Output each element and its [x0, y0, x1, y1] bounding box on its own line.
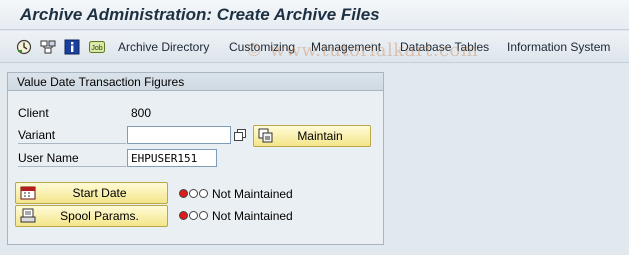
user-name-input[interactable]: EHPUSER151: [127, 149, 217, 167]
user-label-line: [18, 166, 126, 167]
value-date-group: Value Date Transaction Figures Client 80…: [7, 72, 384, 245]
start-date-status: Not Maintained: [212, 187, 293, 201]
spool-status-lights: [179, 211, 208, 220]
client-value: 800: [131, 106, 152, 120]
calendar-icon: [20, 185, 36, 201]
main-content: Value Date Transaction Figures Client 80…: [0, 64, 629, 255]
title-bar: Archive Administration: Create Archive F…: [0, 0, 629, 30]
menu-management[interactable]: Management: [311, 40, 381, 54]
copy-icon[interactable]: [233, 128, 247, 142]
maintain-button[interactable]: Maintain: [253, 125, 371, 147]
variant-label: Variant: [18, 128, 56, 142]
user-name-label: User Name: [18, 151, 79, 165]
start-date-button[interactable]: Start Date: [15, 182, 168, 204]
application-toolbar: Job Archive Directory Customizing Manage…: [0, 31, 629, 63]
maintain-button-label: Maintain: [297, 129, 343, 143]
spool-params-button-label: Spool Params.: [60, 209, 139, 223]
printer-icon: [20, 208, 36, 224]
spool-status: Not Maintained: [212, 209, 293, 223]
yellow-light-off-icon: [189, 189, 198, 198]
green-light-off-icon: [199, 189, 208, 198]
client-label: Client: [18, 106, 49, 120]
green-light-off-icon: [199, 211, 208, 220]
menu-database-tables[interactable]: Database Tables: [400, 40, 489, 54]
spool-params-button[interactable]: Spool Params.: [15, 205, 168, 227]
hierarchy-icon[interactable]: [40, 39, 56, 55]
job-icon-text: Job: [91, 45, 102, 52]
yellow-light-off-icon: [189, 211, 198, 220]
start-date-status-lights: [179, 189, 208, 198]
menu-customizing[interactable]: Customizing: [229, 40, 295, 54]
maintain-icon: [258, 128, 274, 144]
execute-icon[interactable]: [16, 39, 32, 55]
red-light-icon: [179, 211, 188, 220]
start-date-button-label: Start Date: [72, 186, 127, 200]
window-title: Archive Administration: Create Archive F…: [20, 5, 380, 24]
menu-archive-directory[interactable]: Archive Directory: [118, 40, 209, 54]
info-icon[interactable]: [64, 39, 80, 55]
variant-label-line: [18, 143, 126, 144]
menu-information-system[interactable]: Information System: [507, 40, 610, 54]
variant-input[interactable]: [127, 126, 231, 144]
red-light-icon: [179, 189, 188, 198]
job-icon[interactable]: Job: [89, 39, 105, 55]
group-title: Value Date Transaction Figures: [8, 73, 383, 91]
